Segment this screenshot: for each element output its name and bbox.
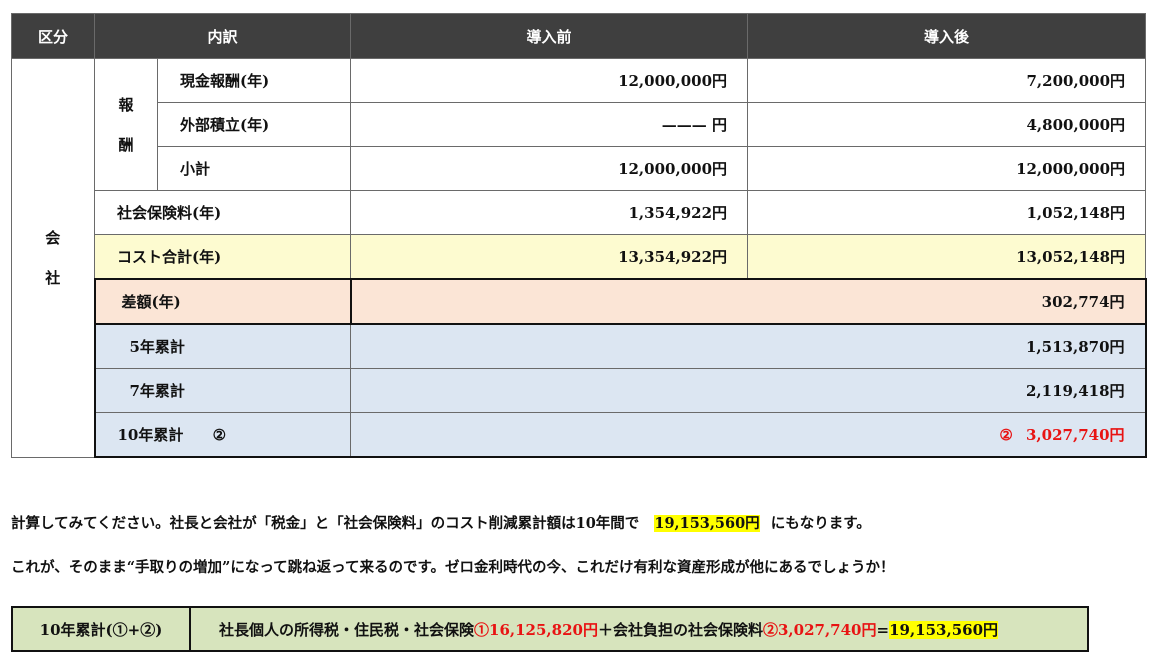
external-after: 4,800,000円 [747, 102, 1147, 147]
explanation-amount: 19,153,560円 [654, 515, 760, 532]
social-label: 社会保険料(年) [93, 190, 352, 235]
row-social: 社会保険料(年) 1,354,922円 1,052,148円 [12, 190, 1147, 235]
summary-total: 19,153,560円 [889, 620, 999, 639]
cum5-value: 1,513,870円 [350, 323, 1147, 369]
subtotal-before: 12,000,000円 [350, 146, 749, 191]
cost-total-before: 13,354,922円 [350, 234, 749, 280]
external-before: ——— 円 [350, 102, 749, 147]
summary-label: 10年累計(①+②) [11, 606, 191, 652]
row-cum7: 7年累計 2,119,418円 [12, 368, 1147, 413]
cum10-value-marker: ② [999, 426, 1013, 444]
explanation-line-2: これが、そのまま“手取りの増加”になって跳ね返って来るのです。ゼロ金利時代の今、… [11, 559, 895, 576]
difference-label: 差額(年) [93, 278, 352, 325]
explanation-line-1: 計算してみてください。社長と会社が「税金」と「社会保険料」のコスト削減累計額は1… [11, 512, 871, 533]
category-company-char-1: 会 [45, 228, 61, 247]
category-company-char-2: 社 [45, 268, 61, 287]
header-row: 区分 内訳 導入前 導入後 [11, 13, 1147, 59]
header-breakdown: 内訳 [93, 13, 352, 59]
row-subtotal: 小計 12,000,000円 12,000,000円 [12, 146, 1147, 191]
external-label: 外部積立(年) [156, 102, 352, 147]
header-after: 導入後 [747, 13, 1147, 59]
category-pay-char-2: 酬 [118, 135, 134, 154]
header-category: 区分 [11, 13, 95, 59]
cash-after: 7,200,000円 [747, 58, 1147, 103]
summary-middle: ＋会社負担の社会保険料 [597, 620, 763, 639]
row-difference: 差額(年) 302,774円 [12, 278, 1147, 325]
cum10-value-cell: ② 3,027,740円 [350, 412, 1147, 458]
row-cum5: 5年累計 1,513,870円 [12, 323, 1147, 369]
social-before: 1,354,922円 [350, 190, 749, 235]
category-company: 会 社 [11, 58, 95, 458]
category-pay: 報 酬 [94, 58, 158, 191]
subtotal-label: 小計 [156, 146, 352, 191]
summary-formula: 社長個人の所得税・住民税・社会保険①16,125,820円＋会社負担の社会保険料… [189, 606, 1089, 652]
row-cum10: 10年累計 ② ② 3,027,740円 [12, 412, 1147, 458]
cash-before: 12,000,000円 [350, 58, 749, 103]
summary-row: 10年累計(①+②) 社長個人の所得税・住民税・社会保険①16,125,820円… [11, 606, 1089, 652]
row-cash: 会 社 報 酬 現金報酬(年) 12,000,000円 7,200,000円 [11, 58, 1147, 458]
explanation-line-1-end: にもなります。 [770, 515, 871, 532]
row-cost-total: コスト合計(年) 13,354,922円 13,052,148円 [12, 234, 1147, 280]
summary-part1: ①16,125,820円 [474, 620, 598, 639]
social-after: 1,052,148円 [747, 190, 1147, 235]
cum7-label: 7年累計 [93, 368, 352, 413]
cum5-label: 5年累計 [93, 323, 352, 369]
summary-part2: ②3,027,740円 [762, 620, 877, 639]
cash-label: 現金報酬(年) [156, 58, 352, 103]
summary-equals: = [876, 620, 890, 639]
summary-prefix: 社長個人の所得税・住民税・社会保険 [219, 620, 475, 639]
header-before: 導入前 [350, 13, 749, 59]
subtotal-after: 12,000,000円 [747, 146, 1147, 191]
row-external: 外部積立(年) ——— 円 4,800,000円 [12, 102, 1147, 147]
summary-table: 10年累計(①+②) 社長個人の所得税・住民税・社会保険①16,125,820円… [11, 606, 1089, 652]
cum10-marker: ② [212, 426, 227, 444]
cum10-value: 3,027,740円 [1026, 426, 1125, 444]
difference-value: 302,774円 [349, 278, 1147, 325]
category-pay-char-1: 報 [118, 95, 134, 114]
cum10-label: 10年累計 [117, 426, 184, 444]
comparison-table: 区分 内訳 導入前 導入後 会 社 報 酬 現金報酬(年) 12,000,000… [11, 13, 1147, 458]
cost-total-after: 13,052,148円 [747, 234, 1147, 280]
cum7-value: 2,119,418円 [350, 368, 1147, 413]
explanation-line-1-text: 計算してみてください。社長と会社が「税金」と「社会保険料」のコスト削減累計額は1… [11, 515, 640, 532]
cum10-label-cell: 10年累計 ② [93, 412, 352, 458]
cost-total-label: コスト合計(年) [93, 234, 352, 280]
